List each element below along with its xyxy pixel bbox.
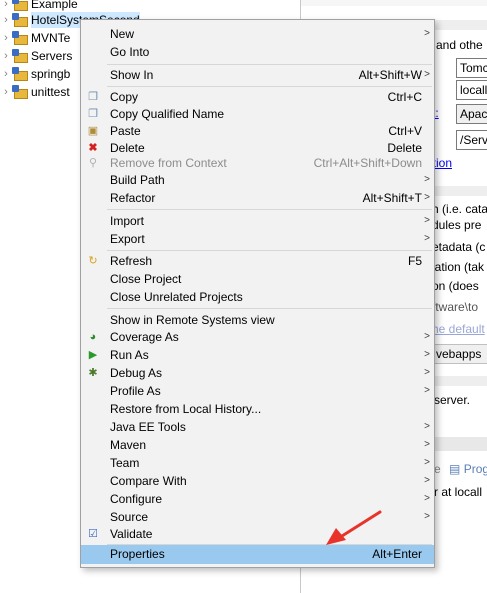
annotation-arrow	[326, 510, 382, 545]
annotation-arrow-head	[326, 528, 346, 545]
annotation-arrow-shaft	[340, 510, 382, 538]
